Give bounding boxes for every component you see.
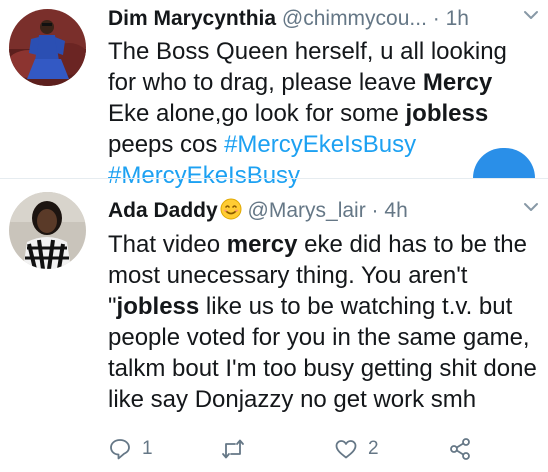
- tweet[interactable]: Ada Daddy @Marys_lair · 4h That video me…: [0, 182, 548, 472]
- retweet-button[interactable]: [221, 434, 255, 464]
- reply-count: 1: [142, 438, 153, 459]
- timestamp[interactable]: 1h: [446, 7, 469, 30]
- like-count: 2: [368, 438, 379, 459]
- highlighted-term: mercy: [226, 231, 298, 258]
- hashtag-link[interactable]: #MercyEkeIsBusy: [224, 131, 416, 158]
- display-name[interactable]: Dim Marycynthia: [108, 7, 276, 30]
- tweet[interactable]: Dim Marycynthia @chimmycou... · 1h The B…: [0, 0, 548, 189]
- share-button[interactable]: [448, 434, 472, 464]
- user-handle[interactable]: @Marys_lair: [248, 199, 366, 222]
- heart-icon: [335, 440, 357, 459]
- reply-button[interactable]: 1: [108, 434, 153, 464]
- avatar-image: [9, 192, 86, 269]
- highlighted-term: Mercy: [422, 69, 493, 96]
- highlighted-term: jobless: [405, 100, 489, 127]
- tweet-actions: 1 2: [108, 434, 538, 464]
- like-button[interactable]: 2: [334, 434, 379, 464]
- divider: [0, 178, 548, 179]
- reply-icon: [110, 439, 130, 460]
- retweet-icon: [222, 439, 244, 459]
- tweet-header: Dim Marycynthia @chimmycou... · 1h: [108, 4, 538, 34]
- timestamp[interactable]: 4h: [384, 199, 407, 222]
- separator-dot: ·: [432, 7, 440, 30]
- avatar[interactable]: [9, 192, 86, 269]
- share-icon: [450, 438, 470, 460]
- smiling-face-emoji: [220, 198, 242, 220]
- tweet-header: Ada Daddy @Marys_lair · 4h: [108, 196, 538, 226]
- tweet-text: That video mercy eke did has to be the m…: [108, 231, 537, 413]
- separator-dot: ·: [371, 199, 379, 222]
- chevron-down-icon[interactable]: [522, 6, 540, 24]
- display-name[interactable]: Ada Daddy: [108, 199, 218, 222]
- avatar[interactable]: [9, 9, 86, 86]
- user-handle[interactable]: @chimmycou...: [282, 7, 427, 30]
- chevron-down-icon[interactable]: [522, 198, 540, 216]
- highlighted-term: jobless: [116, 293, 200, 320]
- avatar-image: [9, 9, 86, 86]
